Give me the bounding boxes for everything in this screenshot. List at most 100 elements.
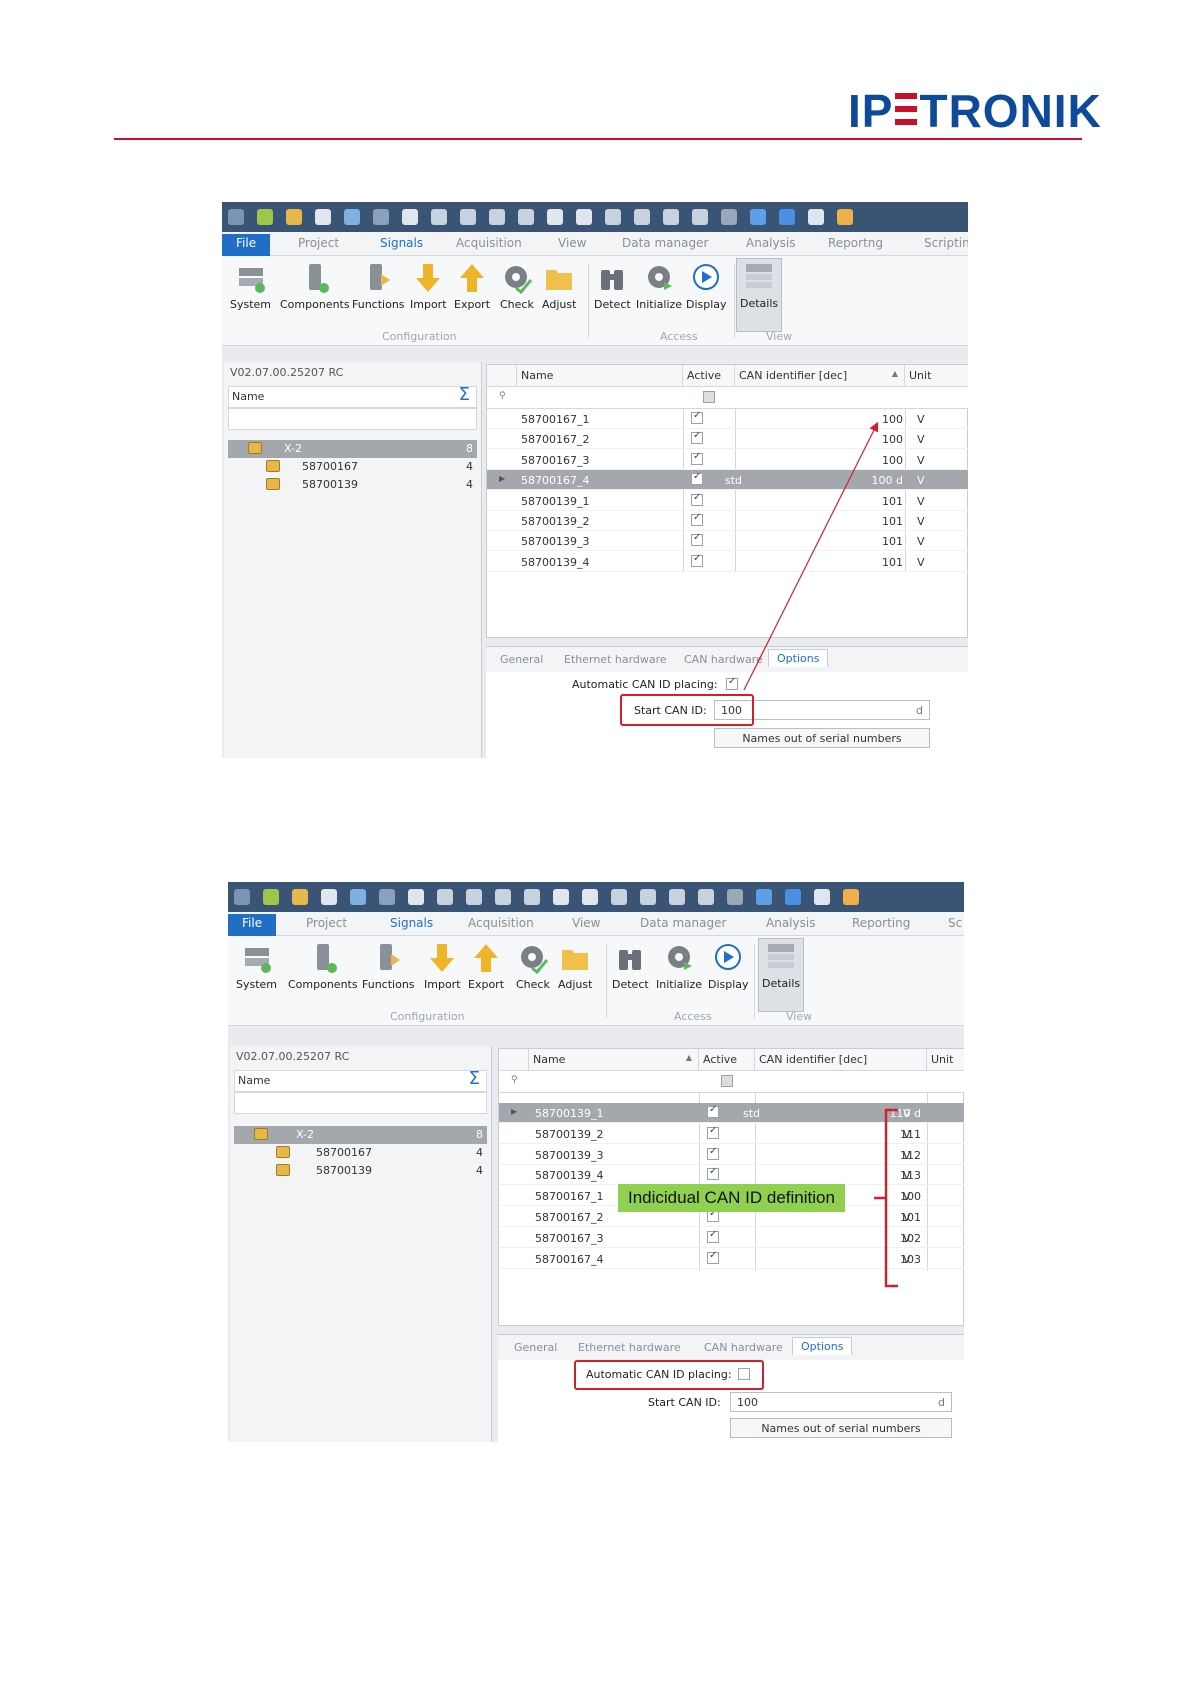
active-checkbox[interactable] bbox=[707, 1146, 719, 1160]
app-icon[interactable] bbox=[234, 889, 250, 905]
settings-icon[interactable] bbox=[727, 889, 743, 905]
table-row[interactable]: 58700167_4103V bbox=[499, 1249, 964, 1269]
start-can-id-input[interactable]: 100 d bbox=[730, 1392, 952, 1412]
tab-signals[interactable]: Signals bbox=[390, 916, 433, 930]
tree-node-58700167[interactable]: 58700167 4 bbox=[234, 1144, 487, 1162]
col-can-identifier[interactable]: CAN identifier [dec] bbox=[755, 1049, 927, 1071]
ribbon-components-button[interactable]: Components bbox=[280, 262, 350, 311]
tree-node-x2[interactable]: X-2 8 bbox=[234, 1126, 487, 1144]
active-checkbox[interactable] bbox=[707, 1125, 719, 1139]
tab-view[interactable]: View bbox=[572, 916, 600, 930]
ribbon-functions-button[interactable]: Functions bbox=[352, 262, 405, 311]
import-icon[interactable] bbox=[547, 209, 563, 225]
delete-all-icon[interactable] bbox=[634, 209, 650, 225]
delete-icon[interactable] bbox=[611, 889, 627, 905]
copy-icon[interactable] bbox=[466, 889, 482, 905]
active-checkbox[interactable] bbox=[691, 512, 703, 526]
col-active[interactable]: Active bbox=[683, 365, 735, 387]
tab-ethernet-hardware[interactable]: Ethernet hardware bbox=[578, 1341, 681, 1354]
table-row[interactable]: ▶ 58700167_4 std 100 d V bbox=[487, 470, 968, 491]
active-checkbox[interactable] bbox=[691, 553, 703, 567]
auto-icon[interactable] bbox=[379, 889, 395, 905]
ribbon-display-button[interactable]: Display bbox=[708, 942, 749, 991]
ribbon-export-button[interactable]: Export bbox=[468, 942, 504, 991]
tab-signals[interactable]: Signals bbox=[380, 236, 423, 250]
active-checkbox[interactable] bbox=[707, 1229, 719, 1243]
table-row[interactable]: 58700139_4 101 V bbox=[487, 552, 968, 572]
export-icon[interactable] bbox=[582, 889, 598, 905]
new-icon[interactable] bbox=[257, 209, 273, 225]
clipboard-icon[interactable] bbox=[518, 209, 534, 225]
tab-options[interactable]: Options bbox=[768, 649, 829, 667]
ribbon-display-button[interactable]: Display bbox=[686, 262, 727, 311]
active-filter-checkbox[interactable] bbox=[703, 391, 715, 403]
ribbon-import-button[interactable]: Import bbox=[410, 262, 447, 311]
names-from-serial-button[interactable]: Names out of serial numbers bbox=[730, 1418, 952, 1438]
tree-node-x2[interactable]: X-2 8 bbox=[228, 440, 477, 458]
edit-icon[interactable] bbox=[808, 209, 824, 225]
tab-options[interactable]: Options bbox=[792, 1337, 853, 1355]
tab-analysis[interactable]: Analysis bbox=[766, 916, 815, 930]
table-row[interactable]: 58700139_3112V bbox=[499, 1145, 964, 1165]
tree-node-58700167[interactable]: 58700167 4 bbox=[228, 458, 477, 476]
save-icon[interactable] bbox=[315, 209, 331, 225]
col-unit[interactable]: Unit bbox=[905, 365, 968, 387]
col-name[interactable]: Name bbox=[517, 365, 683, 387]
tree-filter-row[interactable] bbox=[228, 408, 477, 430]
col-active[interactable]: Active bbox=[699, 1049, 755, 1071]
edit-icon[interactable] bbox=[814, 889, 830, 905]
auto-can-id-checkbox[interactable] bbox=[726, 676, 738, 690]
ribbon-check-button[interactable]: Check bbox=[516, 942, 550, 991]
tree-node-58700139[interactable]: 58700139 4 bbox=[228, 476, 477, 494]
open-icon[interactable] bbox=[292, 889, 308, 905]
touch-icon[interactable] bbox=[843, 889, 859, 905]
open-icon[interactable] bbox=[286, 209, 302, 225]
undo-icon[interactable] bbox=[669, 889, 685, 905]
table-row[interactable]: 58700167_1 100 V bbox=[487, 409, 968, 429]
sum-icon[interactable]: Σ bbox=[459, 384, 470, 405]
filter-row[interactable]: ⚲ bbox=[487, 387, 968, 409]
redo-icon[interactable] bbox=[698, 889, 714, 905]
tab-reporting[interactable]: Reportng bbox=[828, 236, 883, 250]
tree-name-header[interactable]: Name Σ bbox=[228, 384, 477, 408]
touch-icon[interactable] bbox=[837, 209, 853, 225]
tab-scripting[interactable]: Scriptin bbox=[924, 236, 968, 250]
tab-analysis[interactable]: Analysis bbox=[746, 236, 795, 250]
tab-project[interactable]: Project bbox=[298, 236, 339, 250]
tab-scripting[interactable]: Sc bbox=[948, 916, 962, 930]
tab-file[interactable]: File bbox=[222, 234, 271, 256]
ribbon-adjust-button[interactable]: Adjust bbox=[558, 942, 592, 991]
tab-acquisition[interactable]: Acquisition bbox=[456, 236, 522, 250]
table-row[interactable]: 58700139_2111V bbox=[499, 1124, 964, 1144]
active-checkbox[interactable] bbox=[691, 410, 703, 424]
tab-can-hardware[interactable]: CAN hardware bbox=[704, 1341, 783, 1354]
active-checkbox[interactable] bbox=[707, 1250, 719, 1264]
ribbon-detect-button[interactable]: Detect bbox=[594, 262, 631, 311]
tools-icon[interactable] bbox=[750, 209, 766, 225]
ribbon-initialize-button[interactable]: Initialize bbox=[656, 942, 702, 991]
active-checkbox[interactable] bbox=[707, 1166, 719, 1181]
table-row[interactable]: 58700139_3 101 V bbox=[487, 531, 968, 552]
tab-ethernet-hardware[interactable]: Ethernet hardware bbox=[564, 653, 667, 666]
tree-name-header[interactable]: Name Σ bbox=[234, 1068, 487, 1092]
save-as-icon[interactable] bbox=[350, 889, 366, 905]
copy-icon[interactable] bbox=[460, 209, 476, 225]
active-filter-checkbox[interactable] bbox=[721, 1075, 733, 1087]
delete-all-icon[interactable] bbox=[640, 889, 656, 905]
ribbon-check-button[interactable]: Check bbox=[500, 262, 534, 311]
export-icon[interactable] bbox=[576, 209, 592, 225]
sum-icon[interactable]: Σ bbox=[469, 1068, 480, 1089]
tab-view[interactable]: View bbox=[558, 236, 586, 250]
paste-icon[interactable] bbox=[495, 889, 511, 905]
ribbon-details-button[interactable]: Details bbox=[758, 938, 805, 1012]
paste-icon[interactable] bbox=[489, 209, 505, 225]
ribbon-initialize-button[interactable]: Initialize bbox=[636, 262, 682, 311]
clipboard-icon[interactable] bbox=[524, 889, 540, 905]
new-icon[interactable] bbox=[263, 889, 279, 905]
active-checkbox[interactable] bbox=[691, 451, 703, 465]
table-row[interactable]: ▶58700139_1std110 dV bbox=[499, 1103, 964, 1123]
tab-general[interactable]: General bbox=[500, 653, 543, 666]
active-checkbox[interactable] bbox=[707, 1104, 719, 1118]
tab-general[interactable]: General bbox=[514, 1341, 557, 1354]
save-icon[interactable] bbox=[321, 889, 337, 905]
